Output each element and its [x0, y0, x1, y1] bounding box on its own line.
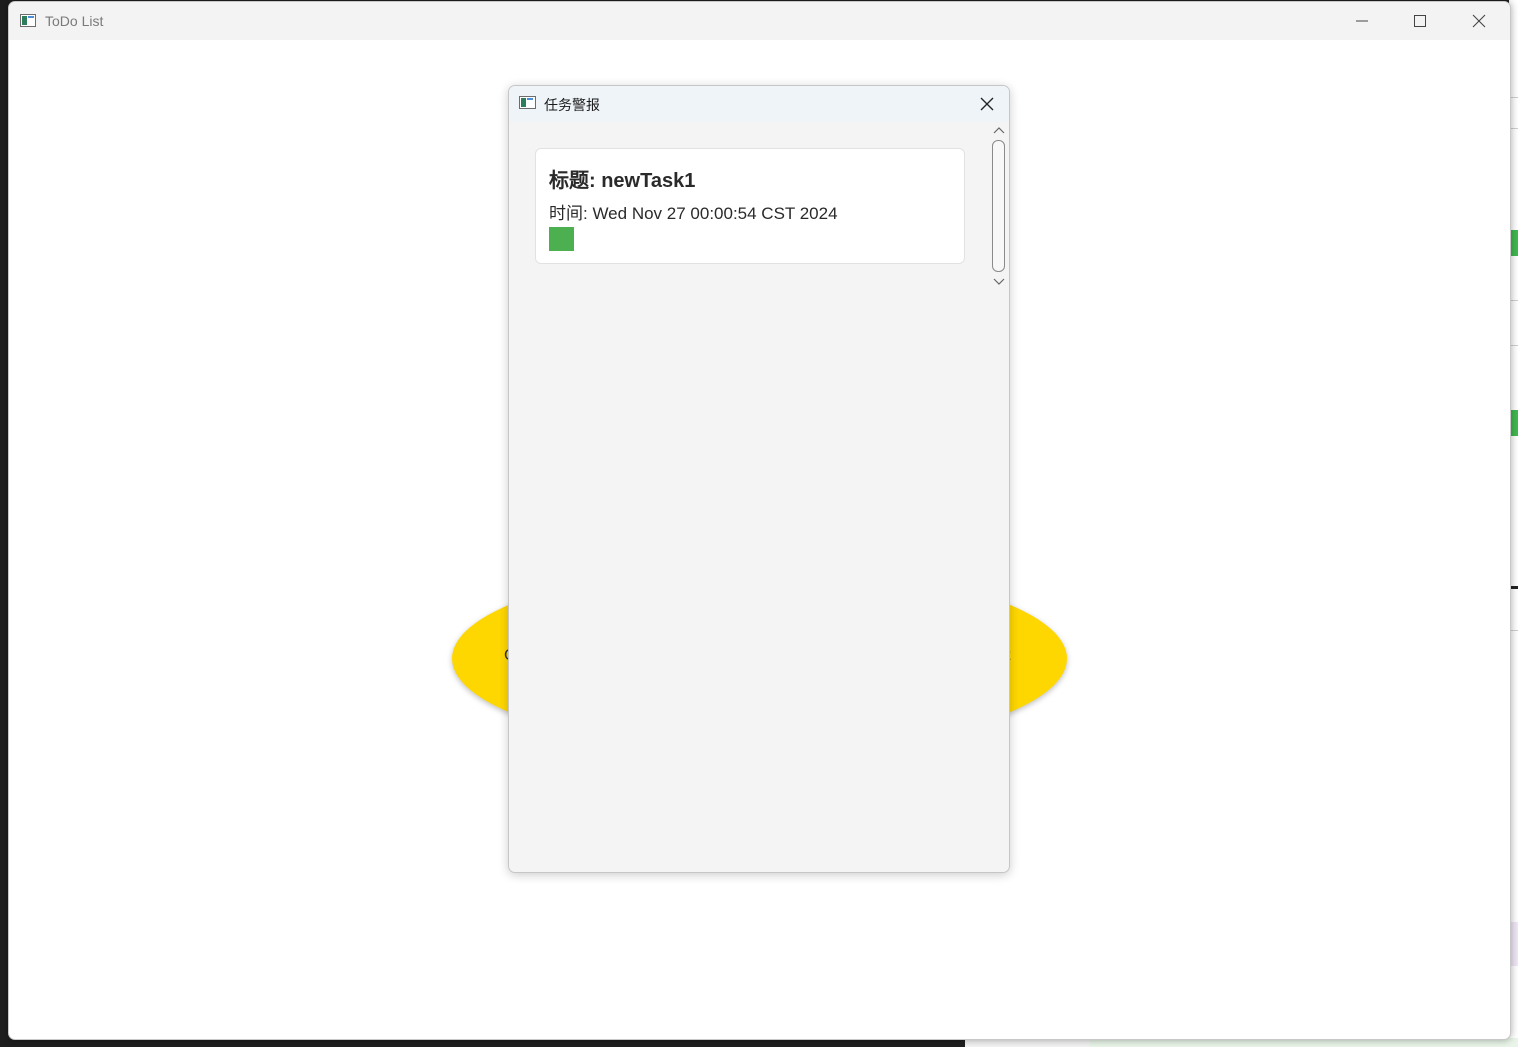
dialog-app-icon — [519, 96, 536, 109]
task-alert-dialog: 任务警报 标题: newTask1 时间: Wed Nov 27 00:00:5… — [508, 85, 1010, 873]
maximize-icon — [1414, 15, 1426, 27]
app-window-icon — [20, 14, 36, 27]
minimize-icon — [1356, 20, 1368, 22]
task-title: 标题: newTask1 — [549, 170, 696, 192]
dialog-close-button[interactable] — [967, 88, 1007, 120]
close-icon — [1472, 14, 1486, 28]
chevron-down-icon[interactable] — [993, 278, 1005, 286]
maximize-button[interactable] — [1397, 2, 1443, 40]
minimize-button[interactable] — [1339, 2, 1385, 40]
dialog-titlebar[interactable]: 任务警报 — [509, 86, 1009, 122]
task-list-scrollbar[interactable] — [989, 124, 1009, 294]
window-close-button[interactable] — [1456, 2, 1502, 40]
close-icon — [980, 97, 994, 111]
task-time: 时间: Wed Nov 27 00:00:54 CST 2024 — [549, 204, 838, 223]
dialog-title: 任务警报 — [544, 97, 600, 113]
scroll-thumb[interactable] — [992, 140, 1005, 272]
chevron-up-icon[interactable] — [993, 126, 1005, 134]
main-titlebar[interactable]: ToDo List — [9, 2, 1510, 40]
main-window-title: ToDo List — [45, 13, 104, 29]
task-color-swatch — [549, 227, 574, 251]
task-card[interactable]: 标题: newTask1 时间: Wed Nov 27 00:00:54 CST… — [535, 148, 965, 264]
